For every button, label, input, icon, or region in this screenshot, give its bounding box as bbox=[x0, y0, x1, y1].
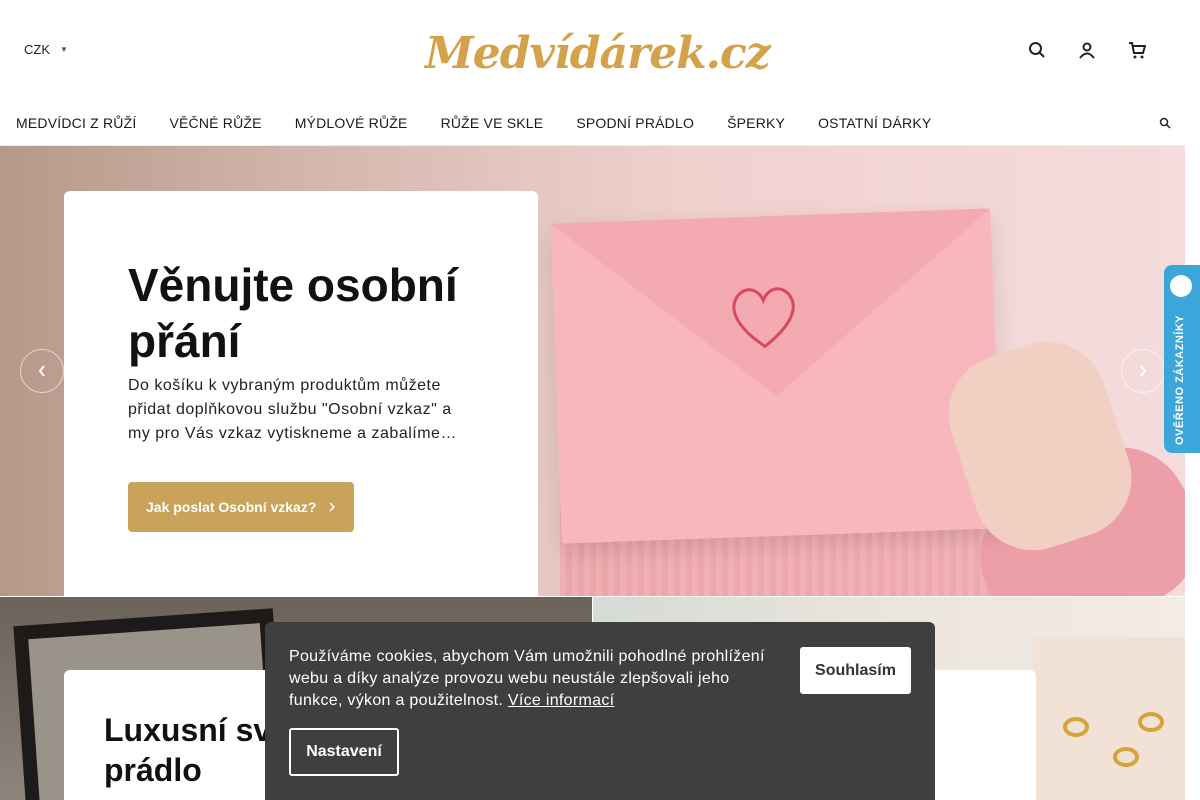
chevron-left-icon bbox=[38, 365, 45, 377]
slider-next-button[interactable] bbox=[1121, 349, 1165, 393]
main-navigation: MEDVÍDCI Z RŮŽÍ VĚČNÉ RŮŽE MÝDLOVÉ RŮŽE … bbox=[0, 100, 1185, 146]
hero-slider: Věnujte osobní přání Do košíku k vybraný… bbox=[0, 146, 1185, 596]
nav-item-sperky[interactable]: ŠPERKY bbox=[727, 115, 785, 131]
logo-text: Medvídárek.cz bbox=[425, 27, 771, 79]
cookie-consent-bar: Používáme cookies, abychom Vám umožnili … bbox=[265, 622, 935, 800]
chevron-right-icon bbox=[1140, 365, 1147, 377]
trust-badge-label: OVĚŘENO ZÁKAZNÍKY bbox=[1174, 314, 1186, 445]
currency-selector[interactable]: CZK ▼ bbox=[24, 42, 68, 57]
nav-item-mydlove-ruze[interactable]: MÝDLOVÉ RŮŽE bbox=[295, 115, 408, 131]
hero-image-envelope bbox=[550, 208, 1002, 544]
ring-image bbox=[1063, 717, 1089, 737]
chevron-right-icon bbox=[329, 502, 336, 512]
site-header: CZK ▼ Medvídárek.cz bbox=[0, 0, 1185, 100]
hero-cta-label: Jak poslat Osobní vzkaz? bbox=[146, 499, 317, 515]
trust-badge-icon bbox=[1170, 275, 1192, 297]
ring-image bbox=[1113, 747, 1139, 767]
nav-item-vecne-ruze[interactable]: VĚČNÉ RŮŽE bbox=[169, 115, 261, 131]
search-icon[interactable] bbox=[1027, 40, 1047, 60]
nav-item-ruze-ve-skle[interactable]: RŮŽE VE SKLE bbox=[441, 115, 544, 131]
cookie-more-info-link[interactable]: Více informací bbox=[508, 692, 614, 709]
cart-icon[interactable] bbox=[1127, 40, 1147, 60]
nav-item-spodni-pradlo[interactable]: SPODNÍ PRÁDLO bbox=[576, 115, 694, 131]
cookie-settings-button[interactable]: Nastavení bbox=[289, 728, 399, 776]
nav-item-medvidci-z-ruzi[interactable]: MEDVÍDCI Z RŮŽÍ bbox=[16, 115, 136, 131]
hero-text: Do košíku k vybraným produktům můžete př… bbox=[128, 377, 457, 442]
cookie-text: Používáme cookies, abychom Vám umožnili … bbox=[289, 646, 779, 712]
chevron-down-icon: ▼ bbox=[60, 45, 68, 54]
hero-cta-button[interactable]: Jak poslat Osobní vzkaz? bbox=[128, 482, 355, 532]
nav-search-icon[interactable] bbox=[1159, 116, 1171, 134]
slider-prev-button[interactable] bbox=[20, 349, 64, 393]
hero-title: Věnujte osobní přání bbox=[128, 259, 458, 367]
heart-icon bbox=[732, 287, 795, 349]
currency-label: CZK bbox=[24, 42, 50, 57]
site-logo[interactable]: Medvídárek.cz bbox=[415, 22, 771, 84]
nav-item-ostatni-darky[interactable]: OSTATNÍ DÁRKY bbox=[818, 115, 931, 131]
user-icon[interactable] bbox=[1077, 40, 1097, 60]
cookie-accept-button[interactable]: Souhlasím bbox=[800, 647, 911, 694]
header-actions bbox=[1027, 40, 1147, 60]
ring-image bbox=[1138, 712, 1164, 732]
hero-card: Věnujte osobní přání Do košíku k vybraný… bbox=[64, 191, 538, 596]
verified-by-customers-tab[interactable]: OVĚŘENO ZÁKAZNÍKY bbox=[1164, 265, 1200, 453]
